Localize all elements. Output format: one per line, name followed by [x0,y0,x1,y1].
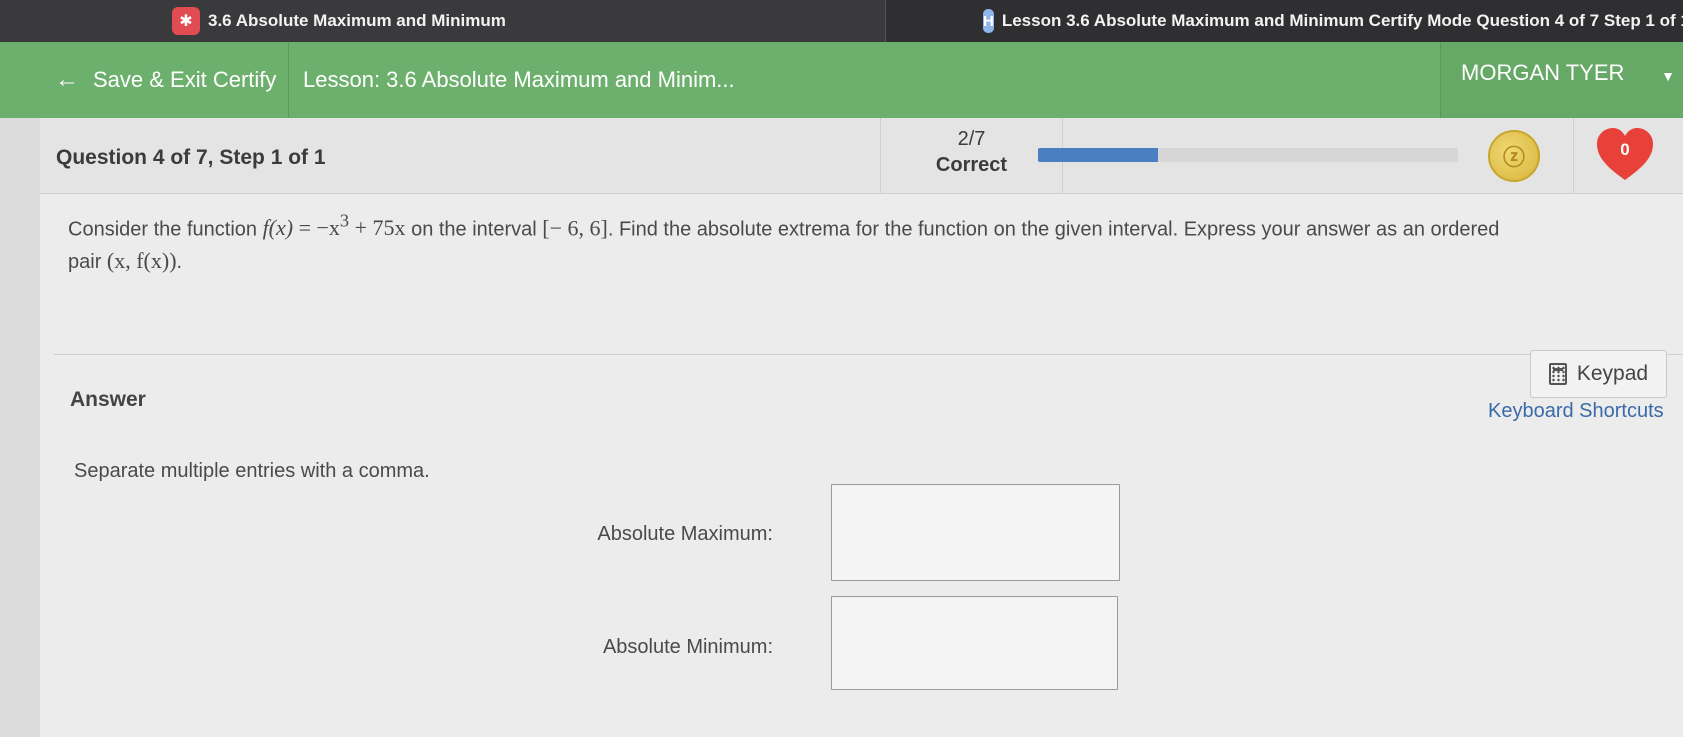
exponent: 3 [339,211,350,231]
absolute-maximum-input[interactable] [831,484,1120,581]
divider [54,354,1683,355]
function-expression: f(x) = −x3 + 75x [262,211,406,241]
question-text-part: on the interval [405,218,543,241]
absolute-minimum-input[interactable] [831,596,1118,690]
absolute-minimum-label: Absolute Minimum: [602,636,773,658]
function-rest: + 75x [349,215,406,241]
h-favicon-icon: H [983,9,994,33]
keypad-button[interactable]: Keypad [1530,350,1667,398]
keypad-label: Keypad [1576,362,1649,385]
question-status-bar: Question 4 of 7, Step 1 of 1 2/7 Correct… [40,118,1683,194]
browser-tab-lesson[interactable]: H Lesson 3.6 Absolute Maximum and Minimu… [885,0,1683,42]
answer-heading: Answer [70,388,146,411]
user-menu[interactable]: MORGAN TYER ▼ [1440,42,1683,118]
browser-tab-title: 3.6 Absolute Maximum and Minimum [208,11,506,30]
lesson-header: ← Save & Exit Certify Lesson: 3.6 Absolu… [0,42,1683,118]
ordered-pair: (x, f(x)) [106,248,177,274]
heart-count: 0 [1620,140,1630,159]
browser-tab-strip: ✱ 3.6 Absolute Maximum and Minimum H Les… [0,0,1683,42]
question-text-part: . [176,251,183,274]
heart-icon: 0 [1595,126,1655,184]
score-label: Correct [935,154,1008,176]
question-panel: Question 4 of 7, Step 1 of 1 2/7 Correct… [40,118,1683,737]
question-text: Consider the function f(x) = −x3 + 75x o… [68,206,1628,278]
question-label: Question 4 of 7, Step 1 of 1 [56,146,326,169]
question-text-part: Consider the function [68,218,263,241]
lesson-title: Lesson: 3.6 Absolute Maximum and Minim..… [303,67,735,92]
progress-fill [1038,148,1159,162]
calculator-icon [1548,363,1567,385]
progress-bar [1038,148,1458,162]
hawkes-logo-icon: ✱ [172,7,200,35]
score-display: 2/7 Correct [880,118,1063,194]
interval: [− 6, 6] [542,215,608,241]
keyboard-shortcuts-link[interactable]: Keyboard Shortcuts [1488,400,1664,423]
save-exit-button[interactable]: ← Save & Exit Certify [35,42,289,118]
browser-tab-current[interactable]: ✱ 3.6 Absolute Maximum and Minimum [0,0,885,42]
question-text-part: pair [68,251,107,274]
function-lhs: = −x [293,215,340,241]
browser-tab-title: Lesson 3.6 Absolute Maximum and Minimum … [1001,11,1683,30]
function-name: f(x) [262,215,294,241]
question-text-part: . Find the absolute extrema for the func… [607,218,1500,241]
divider [1573,118,1574,194]
answer-instructions: Separate multiple entries with a comma. [74,460,430,482]
coin-icon: ⓩ [1488,130,1540,182]
user-name: MORGAN TYER [1461,60,1625,85]
back-arrow-icon: ← [55,66,79,93]
score-fraction: 2/7 [957,128,986,150]
save-exit-label: Save & Exit Certify [93,67,277,92]
caret-down-icon: ▼ [1661,68,1675,84]
absolute-maximum-label: Absolute Maximum: [597,523,773,545]
